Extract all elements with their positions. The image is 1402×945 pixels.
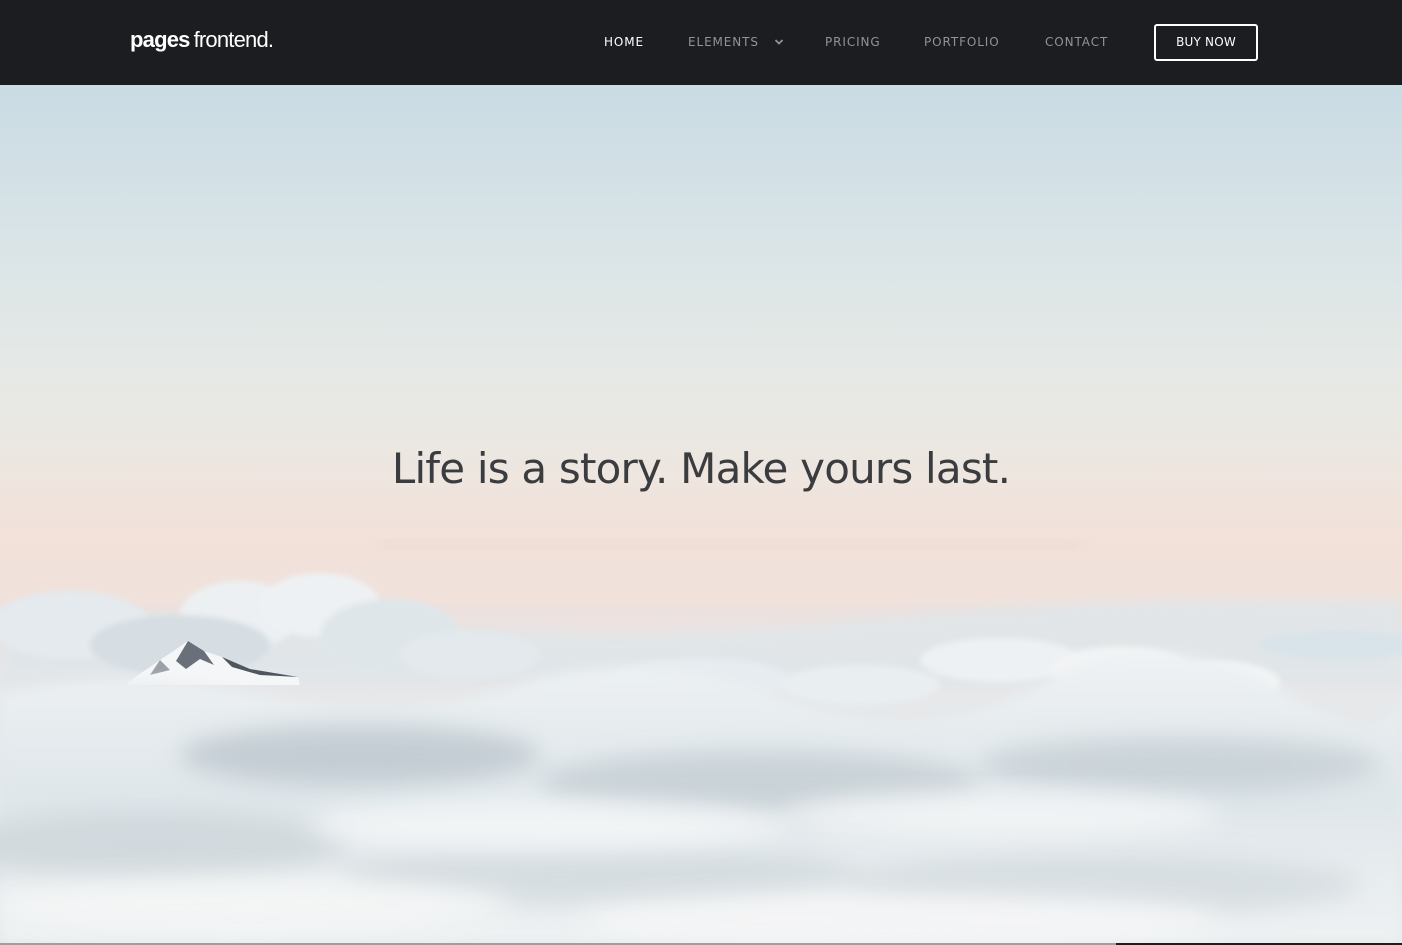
hero-background-image <box>0 465 1402 943</box>
brand-name-light: frontend. <box>193 27 274 52</box>
nav-item-contact[interactable]: CONTACT <box>1045 34 1108 50</box>
buy-now-button[interactable]: BUY NOW <box>1154 24 1258 61</box>
chevron-down-icon <box>774 39 784 45</box>
nav-item-elements[interactable]: ELEMENTS <box>688 34 784 50</box>
hero-section: Life is a story. Make yours last. <box>0 85 1402 943</box>
nav-item-portfolio[interactable]: PORTFOLIO <box>924 34 1000 50</box>
brand-name-bold: pages <box>130 27 190 52</box>
brand-logo[interactable]: pages frontend. <box>130 26 274 54</box>
nav-item-elements-label: ELEMENTS <box>688 35 759 49</box>
nav-item-pricing[interactable]: PRICING <box>825 34 881 50</box>
hero-headline: Life is a story. Make yours last. <box>391 444 1011 493</box>
nav-item-home[interactable]: HOME <box>604 34 644 50</box>
top-navbar: pages frontend. HOME ELEMENTS PRICING POR… <box>0 0 1402 85</box>
